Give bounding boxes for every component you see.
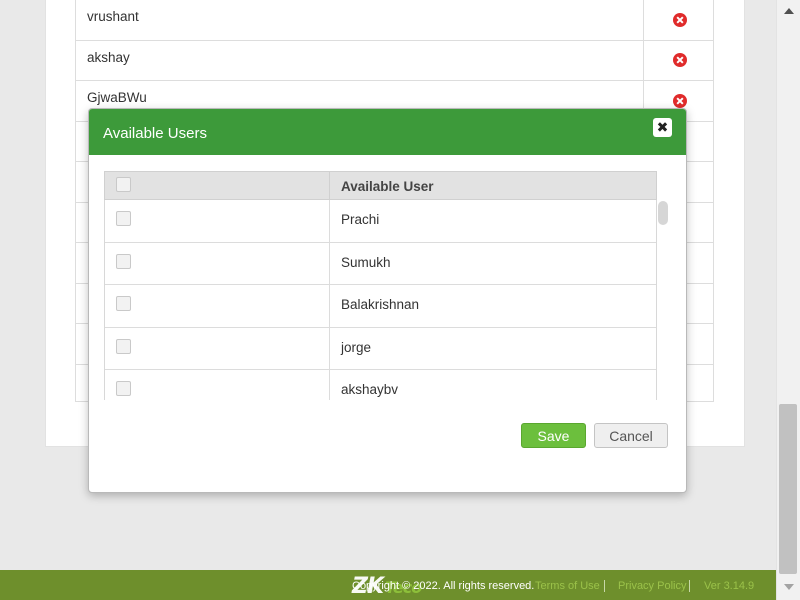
terms-of-use-link[interactable]: Terms of Use [535, 580, 600, 592]
dialog-header: Available Users ✖ [89, 109, 686, 155]
user-name: Sumukh [341, 254, 391, 270]
scroll-up-arrow-icon[interactable] [784, 8, 794, 14]
column-header-available-user[interactable]: Available User [341, 179, 434, 194]
copyright-text: Copyright © 2022. All rights reserved. [352, 580, 535, 592]
grid-scrollbar-thumb[interactable] [658, 201, 668, 225]
row-checkbox-cell [105, 285, 330, 327]
row-checkbox[interactable] [116, 338, 131, 354]
grid-body: Prachi Sumukh Balakrishnan jorge akshayb… [104, 200, 657, 400]
user-name: Prachi [341, 212, 380, 227]
list-item[interactable]: Sumukh [105, 242, 656, 285]
footer: ZK Teco Copyright © 2022. All rights rese… [0, 570, 776, 600]
page-scrollbar[interactable] [776, 0, 800, 600]
save-button[interactable]: Save [521, 423, 586, 448]
user-name: akshaybv [341, 382, 399, 397]
available-users-grid: Available User Prachi Sumukh Balakrishna… [104, 171, 657, 400]
privacy-policy-link[interactable]: Privacy Policy [618, 580, 686, 592]
user-name: Balakrishnan [341, 297, 420, 312]
user-name: jorge [341, 339, 372, 355]
row-checkbox-cell [105, 327, 330, 369]
cancel-button[interactable]: Cancel [594, 423, 668, 448]
close-icon[interactable]: ✖ [653, 118, 672, 137]
footer-divider [689, 580, 690, 592]
list-item[interactable]: jorge [105, 327, 656, 370]
row-checkbox-cell [105, 370, 330, 400]
row-checkbox-cell [105, 200, 330, 242]
row-checkbox-cell [105, 242, 330, 284]
row-checkbox[interactable] [116, 381, 131, 396]
grid-header: Available User [104, 171, 657, 200]
select-all-checkbox[interactable] [116, 177, 131, 192]
list-item[interactable]: Balakrishnan [105, 285, 656, 328]
row-checkbox[interactable] [116, 253, 131, 269]
row-checkbox[interactable] [116, 211, 131, 226]
select-all-cell [105, 172, 330, 199]
list-item[interactable]: akshaybv [105, 370, 656, 400]
footer-divider [604, 580, 605, 592]
scroll-down-arrow-icon[interactable] [784, 584, 794, 590]
available-users-dialog: Available Users ✖ Available User Prachi … [88, 108, 687, 493]
list-item[interactable]: Prachi [105, 200, 656, 243]
row-checkbox[interactable] [116, 296, 131, 311]
dialog-title: Available Users [103, 125, 207, 142]
scrollbar-thumb[interactable] [779, 404, 797, 574]
version-text: Ver 3.14.9 [704, 580, 755, 592]
